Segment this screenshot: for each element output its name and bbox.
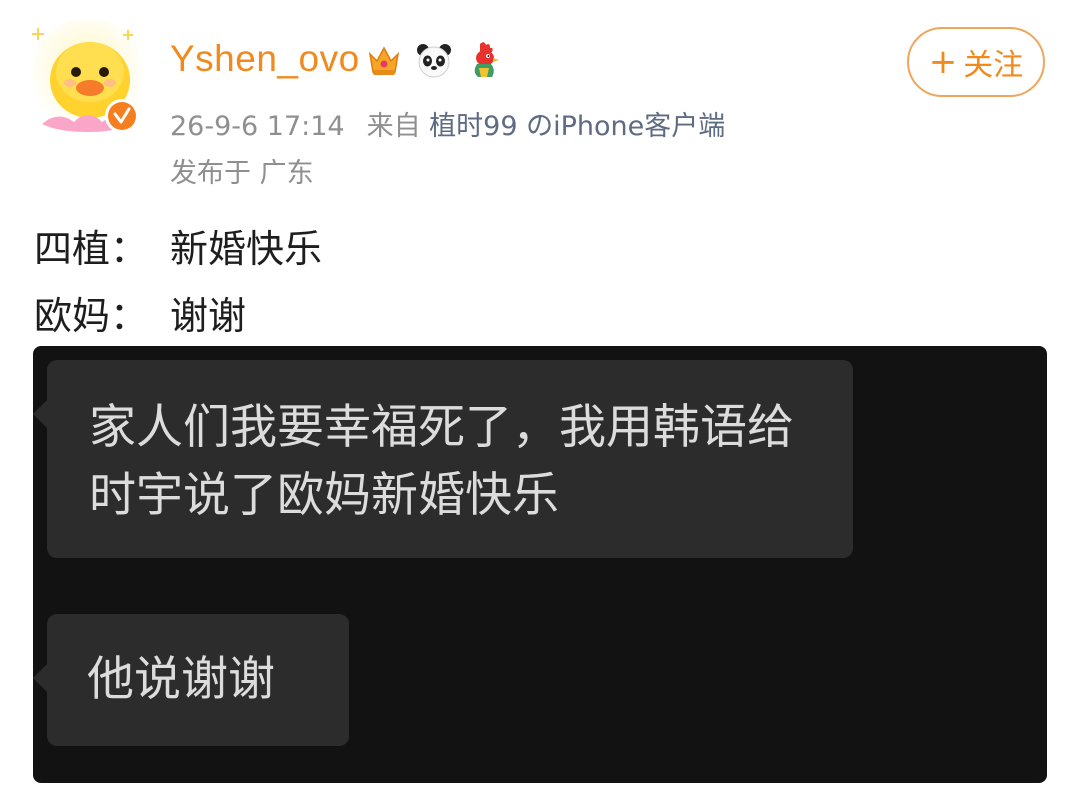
post-meta: 26-9-6 17:14 来自 植时99 のiPhone客户端 (170, 104, 725, 143)
user-badges (364, 40, 504, 80)
post-location: 发布于 广东 (170, 158, 314, 189)
post-text-line: 四植： 新婚快乐 (34, 218, 322, 273)
chat-bubble: 家人们我要幸福死了，我用韩语给时宇说了欧妈新婚快乐 (33, 360, 853, 558)
speaker-label: 四植： (34, 227, 149, 271)
duck-avatar-icon (31, 18, 143, 133)
source-link[interactable]: 植时99 のiPhone客户端 (429, 111, 725, 142)
speaker-label: 欧妈： (34, 294, 149, 338)
bubble-tail (33, 400, 47, 428)
bubble-tail (33, 664, 47, 692)
follow-button[interactable]: + 关注 (907, 27, 1045, 97)
panda-icon (417, 44, 451, 78)
crown-icon (368, 46, 400, 75)
chat-message-text: 他说谢谢 (87, 652, 275, 707)
plus-icon: + (928, 42, 958, 82)
chat-bubble: 他说谢谢 (33, 614, 349, 746)
chat-screenshot-image[interactable]: 家人们我要幸福死了，我用韩语给时宇说了欧妈新婚快乐 他说谢谢 (33, 346, 1047, 783)
chat-message-text: 家人们我要幸福死了，我用韩语给时宇说了欧妈新婚快乐 (89, 400, 794, 523)
line-text: 新婚快乐 (170, 227, 323, 271)
follow-label: 关注 (963, 48, 1024, 83)
avatar[interactable] (28, 18, 146, 138)
line-text: 谢谢 (170, 294, 247, 338)
source-prefix: 来自 (366, 111, 421, 142)
rooster-icon (474, 42, 499, 77)
post-timestamp: 26-9-6 17:14 (170, 111, 345, 142)
post-text-line: 欧妈： 谢谢 (34, 285, 246, 340)
username[interactable]: Yshen_ovo (170, 38, 360, 80)
